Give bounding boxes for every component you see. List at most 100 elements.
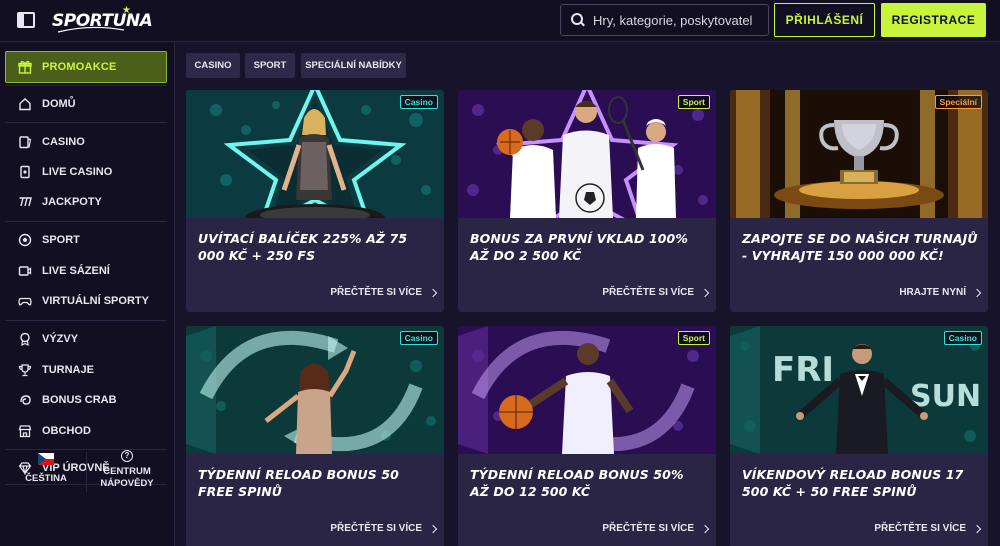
read-more-link[interactable]: PŘEČTĚTE SI VÍCE — [602, 287, 710, 298]
logo-swoosh-icon — [57, 26, 125, 33]
sidebar-item-label: TURNAJE — [42, 364, 94, 376]
card-title: UVÍTACÍ BALÍČEK 225% AŽ 75 000 KČ + 250 … — [198, 231, 408, 263]
sidebar-item-live-betting[interactable]: LIVE SÁZENÍ — [18, 261, 110, 281]
sidebar-item-label: PROMOAKCE — [42, 61, 117, 73]
category-badge: Casino — [943, 331, 982, 345]
tab-sport[interactable]: SPORT — [245, 53, 295, 78]
cards-icon — [18, 135, 32, 149]
sidebar-item-label: CASINO — [42, 136, 85, 148]
login-button[interactable]: PŘIHLÁŠENÍ — [774, 3, 875, 37]
tab-special-offers[interactable]: SPECIÁLNÍ NABÍDKY — [301, 53, 406, 78]
sidebar-item-challenges[interactable]: VÝZVY — [18, 329, 78, 349]
chevron-right-icon — [700, 288, 710, 297]
read-more-link[interactable]: PŘEČTĚTE SI VÍCE — [330, 287, 438, 298]
sidebar-divider — [5, 85, 167, 86]
promo-card-weekly-reload-spins[interactable]: Casino TÝDENNÍ RELOAD BONUS 50 FREE SPIN… — [186, 326, 444, 546]
card-image: FRI SUN Casino — [730, 326, 988, 454]
read-more-link[interactable]: PŘEČTĚTE SI VÍCE — [330, 523, 438, 534]
help-label-line2: NÁPOVĚDY — [100, 478, 154, 489]
promo-card-tournaments[interactable]: Speciální ZAPOJTE SE DO NAŠICH TURNAJŮ -… — [730, 90, 988, 312]
sidebar-item-shop[interactable]: OBCHOD — [18, 421, 91, 441]
link-label: HRAJTE NYNÍ — [899, 287, 966, 298]
sidebar-divider — [5, 221, 167, 222]
read-more-link[interactable]: PŘEČTĚTE SI VÍCE — [602, 523, 710, 534]
link-label: PŘEČTĚTE SI VÍCE — [602, 523, 694, 534]
card-image: Casino — [186, 90, 444, 218]
czech-flag-icon — [38, 453, 54, 465]
shop-icon — [18, 424, 32, 438]
read-more-link[interactable]: PŘEČTĚTE SI VÍCE — [874, 523, 982, 534]
crab-icon — [18, 393, 32, 407]
help-label-line1: CENTRUM — [103, 466, 151, 477]
sportuna-logo[interactable]: SPORTUNA ★ — [52, 5, 153, 34]
card-title: ZAPOJTE SE DO NAŠICH TURNAJŮ - VYHRAJTE … — [742, 231, 978, 263]
sidebar-item-bonus-crab[interactable]: BONUS CRAB — [18, 390, 117, 410]
promo-card-weekend-reload[interactable]: FRI SUN Casino VÍKENDOVÝ RELOAD BONUS 17… — [730, 326, 988, 546]
card-title: VÍKENDOVÝ RELOAD BONUS 17 500 KČ + 50 FR… — [742, 467, 964, 499]
medal-icon — [18, 332, 32, 346]
chevron-right-icon — [972, 288, 982, 297]
card-title: BONUS ZA PRVNÍ VKLAD 100% AŽ DO 2 500 KČ — [470, 231, 688, 263]
sidebar-item-promotions[interactable]: PROMOAKCE — [5, 51, 167, 83]
card-image: Sport — [458, 90, 716, 218]
card-image: Casino — [186, 326, 444, 454]
link-label: PŘEČTĚTE SI VÍCE — [330, 287, 422, 298]
category-badge: Casino — [399, 95, 438, 109]
soccer-ball-icon — [18, 233, 32, 247]
live-tv-icon — [18, 264, 32, 278]
gift-icon — [18, 60, 32, 74]
footer-divider — [86, 452, 87, 492]
sidebar-item-virtual-sports[interactable]: VIRTUÁLNÍ SPORTY — [18, 291, 149, 311]
category-badge: Speciální — [934, 95, 982, 109]
tab-casino[interactable]: CASINO — [186, 53, 240, 78]
chevron-right-icon — [428, 524, 438, 533]
card-title: TÝDENNÍ RELOAD BONUS 50 FREE SPINŮ — [198, 467, 399, 499]
sidebar-item-label: BONUS CRAB — [42, 394, 117, 406]
language-selector[interactable]: ČEŠTINA — [15, 453, 77, 484]
card-title: TÝDENNÍ RELOAD BONUS 50% AŽ DO 12 500 KČ — [470, 467, 684, 499]
category-badge: Sport — [677, 95, 710, 109]
sidebar-item-label: LIVE CASINO — [42, 166, 113, 178]
logo-star-icon: ★ — [122, 5, 131, 16]
gamepad-icon — [18, 294, 32, 308]
sidebar-item-label: LIVE SÁZENÍ — [42, 265, 110, 277]
sidebar-item-tournaments[interactable]: TURNAJE — [18, 360, 94, 380]
search-icon — [571, 13, 585, 27]
jackpot-icon — [18, 195, 32, 209]
sidebar-item-label: OBCHOD — [42, 425, 91, 437]
sidebar-divider — [5, 320, 167, 321]
link-label: PŘEČTĚTE SI VÍCE — [330, 523, 422, 534]
sidebar-toggle-icon[interactable] — [17, 12, 35, 28]
promo-card-weekly-reload-sport[interactable]: Sport TÝDENNÍ RELOAD BONUS 50% AŽ DO 12 … — [458, 326, 716, 546]
sidebar-divider — [5, 122, 167, 123]
promo-card-first-deposit-sport[interactable]: Sport BONUS ZA PRVNÍ VKLAD 100% AŽ DO 2 … — [458, 90, 716, 312]
sidebar-item-label: DOMŮ — [42, 98, 76, 110]
trophy-icon — [18, 363, 32, 377]
sidebar-item-label: JACKPOTY — [42, 196, 102, 208]
sidebar-item-live-casino[interactable]: LIVE CASINO — [18, 162, 112, 182]
sidebar-item-jackpots[interactable]: JACKPOTY — [18, 192, 102, 212]
play-now-link[interactable]: HRAJTE NYNÍ — [899, 287, 982, 298]
card-image: Speciální — [730, 90, 988, 218]
sidebar-item-casino[interactable]: CASINO — [18, 132, 85, 152]
link-label: PŘEČTĚTE SI VÍCE — [874, 523, 966, 534]
sidebar-item-label: VIRTUÁLNÍ SPORTY — [42, 295, 149, 307]
chevron-right-icon — [972, 524, 982, 533]
search-box[interactable] — [560, 4, 769, 36]
chevron-right-icon — [428, 288, 438, 297]
promo-card-welcome-package[interactable]: Casino UVÍTACÍ BALÍČEK 225% AŽ 75 000 KČ… — [186, 90, 444, 312]
fri-text: FRI — [772, 350, 834, 390]
help-question-icon: ? — [121, 450, 133, 462]
search-input[interactable] — [593, 12, 753, 28]
category-badge: Casino — [399, 331, 438, 345]
card-image: Sport — [458, 326, 716, 454]
register-button[interactable]: REGISTRACE — [881, 3, 986, 37]
sidebar-item-label: SPORT — [42, 234, 80, 246]
help-center-button[interactable]: ? CENTRUM NÁPOVĚDY — [98, 450, 156, 490]
chevron-right-icon — [700, 524, 710, 533]
sidebar-item-home[interactable]: DOMŮ — [18, 94, 76, 114]
top-header: SPORTUNA ★ PŘIHLÁŠENÍ REGISTRACE — [0, 0, 1000, 42]
sidebar-item-sport[interactable]: SPORT — [18, 230, 80, 250]
category-badge: Sport — [677, 331, 710, 345]
link-label: PŘEČTĚTE SI VÍCE — [602, 287, 694, 298]
